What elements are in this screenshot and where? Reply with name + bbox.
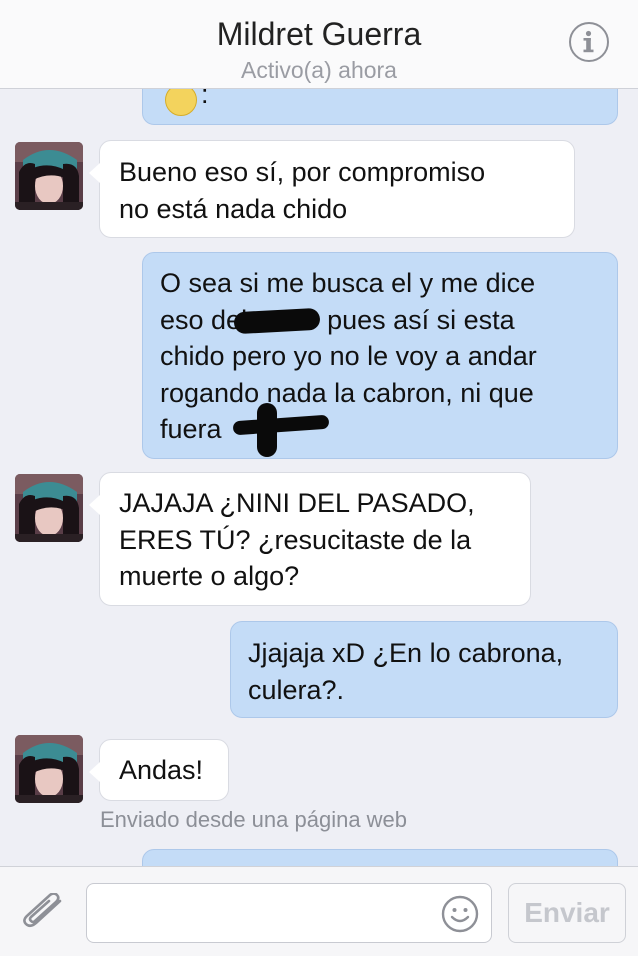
message-line: fuera [160, 414, 222, 444]
message-line: JAJAJA ¿NINI DEL PASADO, [119, 488, 475, 518]
message-line: O sea si me busca el y me dice [160, 268, 536, 298]
composer-bar: Enviar [0, 866, 638, 956]
avatar[interactable] [15, 735, 83, 803]
message-bubble-incoming[interactable]: Andas! [89, 739, 229, 801]
message-bubble-outgoing[interactable]: Jjajaja xD ¿En lo cabrona, culera?. [230, 621, 618, 718]
emoji-glyph [165, 89, 197, 116]
message-line: Jjajaja xD ¿En lo cabrona, [248, 638, 564, 668]
message-bubble-outgoing[interactable]: : [142, 89, 618, 125]
contact-name: Mildret Guerra [216, 16, 422, 52]
conversation-header: Mildret Guerra Activo(a) ahora [0, 0, 638, 89]
paperclip-icon[interactable] [22, 892, 68, 933]
avatar[interactable] [15, 142, 83, 210]
info-icon[interactable] [569, 22, 609, 62]
message-line: ERES TÚ? ¿resucitaste de la [119, 524, 472, 555]
message-line: rogando nada la cabron, ni que [160, 377, 534, 408]
redaction-scribble [233, 307, 321, 335]
message-line: no está nada chido [119, 193, 348, 224]
message-line: Andas! [119, 755, 204, 785]
message-input[interactable] [86, 883, 492, 943]
message-line: chido pero yo no le voy a andar [160, 341, 537, 371]
message-feed[interactable]: : Bueno eso sí, por compromiso no está n… [0, 89, 638, 866]
message-bubble-incoming[interactable]: JAJAJA ¿NINI DEL PASADO, ERES TÚ? ¿resuc… [89, 472, 531, 606]
message-bubble-outgoing[interactable] [142, 849, 618, 866]
message-bubble-outgoing[interactable]: O sea si me busca el y me dice eso del pu… [142, 252, 618, 459]
redaction-scribble [257, 403, 277, 457]
message-line: eso del pues así si esta [160, 304, 515, 335]
message-source-note: Enviado desde una página web [100, 807, 408, 832]
message-text: : [201, 89, 209, 109]
message-line: culera?. [248, 674, 345, 705]
message-bubble-incoming[interactable]: Bueno eso sí, por compromiso no está nad… [89, 140, 575, 238]
message-line: Bueno eso sí, por compromiso [119, 157, 486, 187]
send-button[interactable]: Enviar [508, 883, 626, 943]
message-line: muerte o algo? [119, 561, 300, 591]
contact-status: Activo(a) ahora [241, 57, 397, 83]
avatar[interactable] [15, 474, 83, 542]
smiley-icon[interactable] [441, 895, 479, 933]
